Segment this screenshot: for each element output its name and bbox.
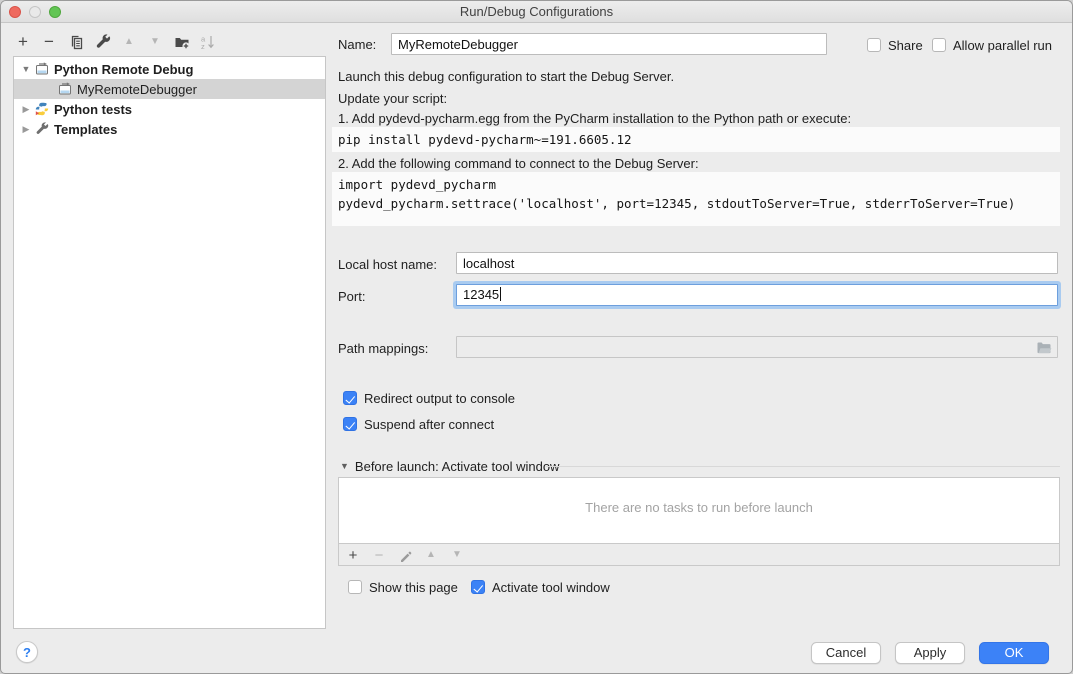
new-folder-button[interactable] — [173, 33, 191, 51]
suspend-after-connect-checkbox[interactable] — [343, 417, 357, 431]
instruction-step2: 2. Add the following command to connect … — [338, 154, 699, 174]
minus-icon: − — [375, 547, 384, 564]
tree-item-templates[interactable]: ▶ Templates — [14, 119, 325, 139]
configurations-tree: ▼ Python Remote Debug MyRe — [13, 56, 326, 629]
path-mappings-label: Path mappings: — [338, 338, 428, 359]
share-checkbox-row[interactable]: Share — [867, 37, 923, 53]
before-launch-header[interactable]: ▼ Before launch: Activate tool window — [340, 458, 559, 474]
show-this-page-label: Show this page — [369, 580, 458, 595]
python-tests-icon — [35, 102, 49, 116]
ok-button[interactable]: OK — [979, 642, 1049, 664]
chevron-right-icon[interactable]: ▶ — [21, 124, 31, 135]
name-label: Name: — [338, 34, 376, 55]
folder-icon[interactable] — [1036, 340, 1052, 355]
instruction-update: Update your script: — [338, 89, 447, 109]
activate-tool-window-checkbox-row[interactable]: Activate tool window — [471, 579, 610, 595]
code-line: pydevd_pycharm.settrace('localhost', por… — [338, 196, 1015, 211]
tree-item-python-tests[interactable]: ▶ Python tests — [14, 99, 325, 119]
chevron-right-icon[interactable]: ▶ — [21, 104, 31, 115]
chevron-down-icon[interactable]: ▼ — [340, 461, 349, 471]
suspend-after-connect-label: Suspend after connect — [364, 417, 494, 432]
redirect-output-checkbox-row[interactable]: Redirect output to console — [343, 390, 515, 406]
section-divider — [546, 466, 1060, 467]
task-list-toolbar: + − ▲ ▼ — [338, 544, 1060, 566]
move-task-up-button[interactable]: ▲ — [422, 546, 440, 564]
tree-item-python-remote-debug[interactable]: ▼ Python Remote Debug — [14, 59, 325, 79]
plus-icon: + — [18, 33, 28, 51]
tree-item-myremotedebugger[interactable]: MyRemoteDebugger — [14, 79, 325, 99]
tree-item-label: MyRemoteDebugger — [77, 82, 197, 97]
share-checkbox[interactable] — [867, 38, 881, 52]
add-configuration-button[interactable]: + — [14, 33, 32, 51]
triangle-down-icon: ▼ — [452, 546, 462, 564]
allow-parallel-run-checkbox[interactable] — [932, 38, 946, 52]
sort-alphabetically-button[interactable]: a z — [199, 33, 217, 51]
remove-task-button[interactable]: − — [370, 546, 388, 564]
instruction-intro: Launch this debug configuration to start… — [338, 67, 674, 87]
before-launch-title: Before launch: Activate tool window — [355, 459, 560, 474]
run-debug-configurations-dialog: Run/Debug Configurations + − ▲ ▼ a z — [0, 0, 1073, 674]
help-button[interactable]: ? — [16, 641, 38, 663]
redirect-output-checkbox[interactable] — [343, 391, 357, 405]
tree-item-label: Python tests — [54, 102, 132, 117]
pencil-icon — [399, 549, 412, 562]
remove-configuration-button[interactable]: − — [40, 33, 58, 51]
port-value: 12345 — [463, 287, 499, 302]
settrace-code: import pydevd_pycharm pydevd_pycharm.set… — [332, 172, 1060, 226]
templates-wrench-icon — [35, 122, 49, 136]
minus-icon: − — [44, 33, 54, 51]
chevron-down-icon[interactable]: ▼ — [21, 64, 31, 74]
allow-parallel-run-checkbox-row[interactable]: Allow parallel run — [932, 37, 1052, 53]
suspend-after-connect-checkbox-row[interactable]: Suspend after connect — [343, 416, 494, 432]
tree-item-label: Templates — [54, 122, 117, 137]
activate-tool-window-label: Activate tool window — [492, 580, 610, 595]
remote-debug-config-icon — [58, 82, 72, 96]
edit-task-button[interactable] — [396, 546, 414, 564]
question-mark-icon: ? — [23, 645, 31, 660]
text-caret — [500, 287, 501, 301]
wrench-icon — [95, 34, 111, 50]
edit-defaults-button[interactable] — [94, 33, 112, 51]
name-input[interactable] — [391, 33, 827, 55]
share-label: Share — [888, 38, 923, 53]
triangle-up-icon: ▲ — [124, 33, 134, 51]
local-host-label: Local host name: — [338, 254, 437, 275]
path-mappings-input[interactable] — [456, 336, 1058, 358]
move-up-button[interactable]: ▲ — [120, 33, 138, 51]
plus-icon: + — [349, 547, 358, 564]
remote-debug-config-icon — [35, 62, 49, 76]
show-this-page-checkbox-row[interactable]: Show this page — [348, 579, 458, 595]
copy-configuration-button[interactable] — [67, 33, 85, 51]
cancel-button[interactable]: Cancel — [811, 642, 881, 664]
move-task-down-button[interactable]: ▼ — [448, 546, 466, 564]
window-title: Run/Debug Configurations — [1, 1, 1072, 23]
folder-plus-icon — [174, 34, 190, 50]
local-host-input[interactable] — [456, 252, 1058, 274]
move-down-button[interactable]: ▼ — [146, 33, 164, 51]
redirect-output-label: Redirect output to console — [364, 391, 515, 406]
triangle-up-icon: ▲ — [426, 546, 436, 564]
add-task-button[interactable]: + — [344, 546, 362, 564]
triangle-down-icon: ▼ — [150, 33, 160, 51]
before-launch-task-list[interactable]: There are no tasks to run before launch — [338, 477, 1060, 544]
pip-install-code: pip install pydevd-pycharm~=191.6605.12 — [332, 127, 1060, 152]
show-this-page-checkbox[interactable] — [348, 580, 362, 594]
code-line: import pydevd_pycharm — [338, 177, 496, 192]
sort-az-icon: a z — [200, 34, 216, 50]
tree-item-label: Python Remote Debug — [54, 62, 193, 77]
port-input[interactable]: 12345 — [456, 284, 1058, 306]
svg-text:z: z — [201, 42, 205, 50]
instruction-step1: 1. Add pydevd-pycharm.egg from the PyCha… — [338, 109, 851, 129]
allow-parallel-run-label: Allow parallel run — [953, 38, 1052, 53]
apply-button[interactable]: Apply — [895, 642, 965, 664]
copy-icon — [69, 35, 84, 50]
port-label: Port: — [338, 286, 365, 307]
title-bar[interactable]: Run/Debug Configurations — [1, 1, 1072, 23]
empty-tasks-message: There are no tasks to run before launch — [339, 500, 1059, 515]
activate-tool-window-checkbox[interactable] — [471, 580, 485, 594]
